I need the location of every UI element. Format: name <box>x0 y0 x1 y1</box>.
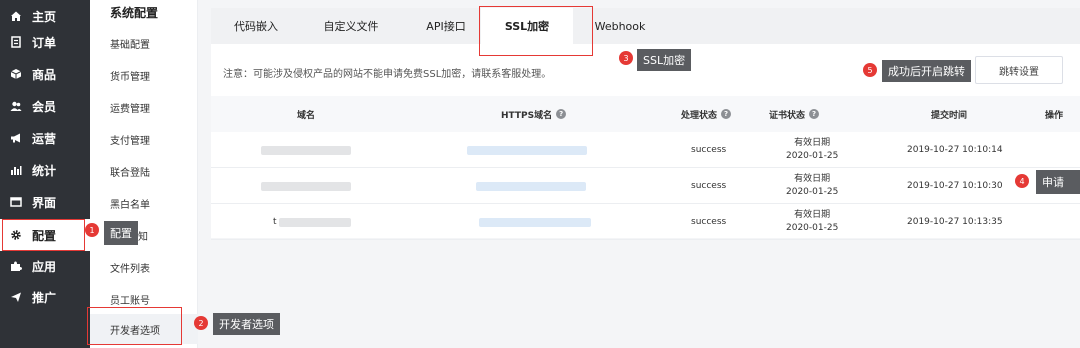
sidebar-item-operations[interactable]: 运营 <box>0 122 90 154</box>
highlight-config <box>2 219 85 251</box>
cert-label: 有效日期 <box>794 138 831 148</box>
col-label: 证书状态 <box>769 110 806 121</box>
cert-date: 2020-01-25 <box>786 223 839 233</box>
home-icon <box>10 10 22 22</box>
submenu-item-basic-config[interactable]: 基础配置 <box>110 36 150 51</box>
annotation-tooltip: 成功后开启跳转 <box>882 60 971 82</box>
domain-prefix: t <box>273 217 277 227</box>
process-status: success <box>691 181 727 191</box>
tab-webhook[interactable]: Webhook <box>583 8 657 44</box>
tab-bar: 代码嵌入 自定义文件 API接口 SSL加密 Webhook <box>211 8 1080 44</box>
blurred-https-domain <box>467 146 587 155</box>
cert-label: 有效日期 <box>794 210 831 220</box>
tab-api[interactable]: API接口 <box>401 8 491 44</box>
highlight-developer-options <box>87 307 182 345</box>
annotation-badge: 4 <box>1015 174 1029 188</box>
col-actions: 操作 <box>1045 110 1064 121</box>
submenu-item-currency[interactable]: 货币管理 <box>110 68 150 83</box>
col-process-status: 处理状态 ? <box>681 96 732 132</box>
sidebar-item-statistics[interactable]: 统计 <box>0 154 90 186</box>
product-icon <box>10 68 22 80</box>
annotation-tooltip: 申请 <box>1036 170 1080 194</box>
sidebar-item-orders[interactable]: 订单 <box>0 26 90 58</box>
col-domain: 域名 <box>297 110 316 121</box>
submenu-item-shipping[interactable]: 运费管理 <box>110 100 150 115</box>
sidebar-item-products[interactable]: 商品 <box>0 58 90 90</box>
table-header: 域名 HTTPS域名 ? 处理状态 ? 证书状态 ? 提交时间 操作 <box>211 96 1080 132</box>
submenu-item-blacklist[interactable]: 黑白名单 <box>110 196 150 211</box>
order-icon <box>10 36 22 48</box>
col-cert-status: 证书状态 ? <box>769 96 820 132</box>
sidebar-item-label: 运营 <box>32 131 57 146</box>
submenu-item-joint-login[interactable]: 联合登陆 <box>110 164 150 179</box>
submenu-item-staff-accounts[interactable]: 员工账号 <box>110 292 150 307</box>
member-icon <box>10 100 22 112</box>
cert-status: 有效日期 2020-01-25 <box>786 132 838 168</box>
sidebar-item-apps[interactable]: 应用 <box>0 250 90 282</box>
main-panel: 代码嵌入 自定义文件 API接口 SSL加密 Webhook 注意：可能涉及侵权… <box>211 8 1080 240</box>
submenu-item-file-list[interactable]: 文件列表 <box>110 260 150 275</box>
col-submit-time: 提交时间 <box>931 110 968 121</box>
submenu-item-notify[interactable]: 知 <box>138 228 148 243</box>
annotation-badge: 5 <box>863 63 877 77</box>
send-icon <box>10 291 22 303</box>
table-row: success 有效日期 2020-01-25 2019-10-27 10:10… <box>211 168 1080 204</box>
cert-date: 2020-01-25 <box>786 151 839 161</box>
ssl-notice: 注意：可能涉及侵权产品的网站不能申请免费SSL加密，请联系客服处理。 <box>223 69 552 80</box>
redirect-settings-button[interactable]: 跳转设置 <box>975 56 1063 84</box>
sidebar-item-label: 主页 <box>32 9 57 24</box>
cert-date: 2020-01-25 <box>786 187 839 197</box>
cert-label: 有效日期 <box>794 174 831 184</box>
highlight-ssl-tab <box>479 6 593 56</box>
megaphone-icon <box>10 132 22 144</box>
sidebar-item-members[interactable]: 会员 <box>0 90 90 122</box>
app-root: 主页 订单 商品 会员 运营 统计 界面 配置 应用 推广 系统配置 基础配置 … <box>0 0 1080 348</box>
annotation-tooltip: 配置 <box>104 221 138 245</box>
col-label: HTTPS域名 <box>501 110 553 121</box>
main-sidebar: 主页 订单 商品 会员 运营 统计 界面 配置 应用 推广 <box>0 0 90 348</box>
help-icon[interactable]: ? <box>556 109 567 119</box>
bar-chart-icon <box>10 164 22 176</box>
window-icon <box>10 196 22 208</box>
table-row: success 有效日期 2020-01-25 2019-10-27 10:10… <box>211 132 1080 168</box>
config-submenu: 系统配置 基础配置 货币管理 运费管理 支付管理 联合登陆 黑白名单 知 文件列… <box>90 0 198 348</box>
blurred-domain <box>261 146 351 155</box>
annotation-tooltip: 开发者选项 <box>213 313 280 335</box>
help-icon[interactable]: ? <box>809 109 820 119</box>
sidebar-item-label: 界面 <box>32 195 57 210</box>
help-icon[interactable]: ? <box>721 109 732 119</box>
puzzle-icon <box>10 260 22 272</box>
table-row: t success 有效日期 2020-01-25 2019-10-27 10:… <box>211 204 1080 240</box>
submit-time: 2019-10-27 10:13:35 <box>907 217 1003 227</box>
sidebar-item-promotion[interactable]: 推广 <box>0 281 90 313</box>
submit-time: 2019-10-27 10:10:30 <box>907 181 1003 191</box>
sidebar-item-interface[interactable]: 界面 <box>0 186 90 218</box>
annotation-badge: 2 <box>194 316 208 330</box>
process-status: success <box>691 145 727 155</box>
cert-status: 有效日期 2020-01-25 <box>786 168 838 204</box>
annotation-badge: 1 <box>85 223 99 237</box>
sidebar-item-label: 应用 <box>32 259 57 274</box>
col-https-domain: HTTPS域名 ? <box>501 96 567 132</box>
sidebar-item-label: 订单 <box>32 35 57 50</box>
annotation-tooltip: SSL加密 <box>637 49 692 71</box>
sidebar-item-label: 商品 <box>32 67 57 82</box>
tab-custom-files[interactable]: 自定义文件 <box>301 8 401 44</box>
blurred-https-domain <box>479 218 591 227</box>
sidebar-item-label: 推广 <box>32 290 57 305</box>
submit-time: 2019-10-27 10:10:14 <box>907 145 1003 155</box>
submenu-title: 系统配置 <box>110 6 159 20</box>
annotation-badge: 3 <box>619 51 633 65</box>
tab-code-embed[interactable]: 代码嵌入 <box>211 8 301 44</box>
process-status: success <box>691 217 727 227</box>
blurred-domain <box>279 218 351 227</box>
blurred-domain <box>261 182 351 191</box>
sidebar-item-label: 统计 <box>32 163 57 178</box>
cert-status: 有效日期 2020-01-25 <box>786 204 838 240</box>
submenu-item-payment[interactable]: 支付管理 <box>110 132 150 147</box>
sidebar-item-label: 会员 <box>32 99 57 114</box>
col-label: 处理状态 <box>681 110 718 121</box>
blurred-https-domain <box>476 182 586 191</box>
